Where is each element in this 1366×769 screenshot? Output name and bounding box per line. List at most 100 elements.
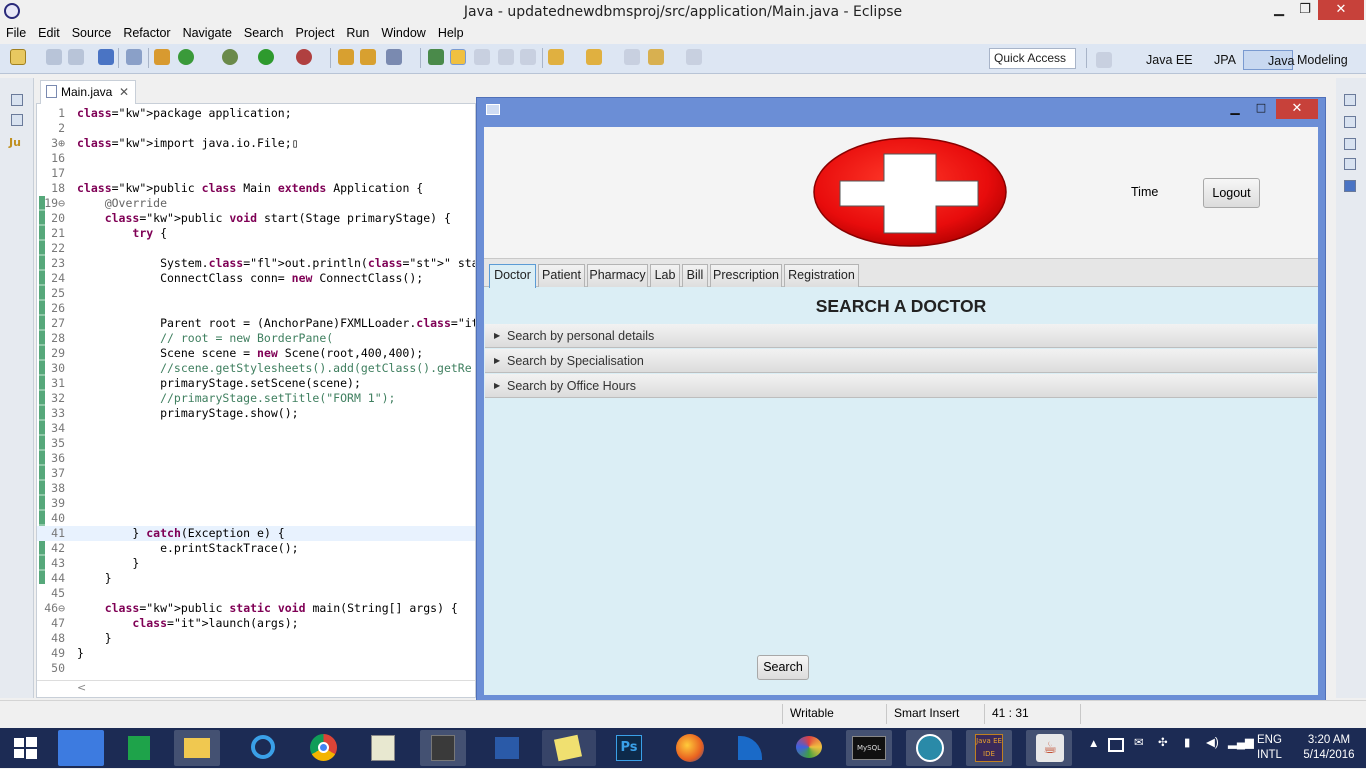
powershell-icon[interactable] [484,730,530,766]
network-icon[interactable] [1108,738,1124,752]
editor-icon[interactable] [360,730,406,766]
tab-doctor[interactable]: Doctor [489,264,536,288]
javadoc-icon[interactable] [1344,138,1356,150]
pencil-icon[interactable] [386,49,402,65]
code-line[interactable]: 21 try { [37,226,475,241]
skip-breakpoints-icon[interactable] [126,49,142,65]
menu-source[interactable]: Source [66,24,118,42]
perspective-java[interactable]: Java [1243,50,1294,70]
refresh-icon[interactable] [178,49,194,65]
code-line[interactable]: 45 [37,586,475,601]
save-all-icon[interactable] [68,49,84,65]
tab-lab[interactable]: Lab [650,264,680,287]
sublime-icon[interactable] [420,730,466,766]
back-icon[interactable] [648,49,664,65]
internet-explorer-icon[interactable] [240,730,286,766]
accordion-office-hours[interactable]: ▶ Search by Office Hours [485,374,1317,398]
block-select-icon[interactable] [474,49,490,65]
run-icon[interactable] [258,49,274,65]
close-icon[interactable]: ✕ [119,81,129,103]
code-line[interactable]: 28 // root = new BorderPane( [37,331,475,346]
code-area[interactable]: 1 class="kw">package application; 2 3⊕ class… [37,106,475,680]
package-icon[interactable] [154,49,170,65]
firefox-icon[interactable] [666,730,712,766]
tab-registration[interactable]: Registration [784,264,859,287]
prev-annotation-icon[interactable] [586,49,602,65]
menu-project[interactable]: Project [290,24,341,42]
open-folder-icon[interactable] [360,49,376,65]
accordion-personal-details[interactable]: ▶ Search by personal details [485,324,1317,348]
code-line[interactable]: 47 class="it">launch(args); [37,616,475,631]
code-line[interactable]: 25 [37,286,475,301]
code-line[interactable]: 43 } [37,556,475,571]
external-tools-icon[interactable] [296,49,312,65]
code-line[interactable]: 35 [37,436,475,451]
code-line[interactable]: 20 class="kw">public void start(Stage pr… [37,211,475,226]
perspective-modeling[interactable]: Modeling [1297,50,1348,70]
perspective-jpa[interactable]: JPA [1196,50,1236,70]
code-line[interactable]: 33 primaryStage.show(); [37,406,475,421]
fx-minimize-button[interactable]: ▁ [1226,99,1244,117]
close-button[interactable]: ✕ [1318,0,1364,20]
action-center-icon[interactable]: ✉ [1134,736,1144,751]
restore-icon[interactable] [1344,94,1356,106]
paint-icon[interactable] [786,730,832,766]
java-icon[interactable]: ☕ [1026,730,1072,766]
code-line[interactable]: 31 primaryStage.setScene(scene); [37,376,475,391]
tab-prescription[interactable]: Prescription [710,264,782,287]
code-line[interactable]: 16 [37,151,475,166]
code-line[interactable]: 17 [37,166,475,181]
maximize-button[interactable]: ❐ [1292,0,1318,20]
console-icon[interactable] [1344,180,1356,192]
code-line[interactable]: 24 ConnectClass conn= new ConnectClass()… [37,271,475,286]
code-line[interactable]: 44 } [37,571,475,586]
dropbox-icon[interactable]: ✣ [1158,736,1168,751]
quick-access-field[interactable]: Quick Access [989,48,1076,69]
menu-window[interactable]: Window [375,24,431,42]
accordion-specialisation[interactable]: ▶ Search by Specialisation [485,349,1317,373]
search-button[interactable]: Search [757,655,809,680]
code-line[interactable]: 48 } [37,631,475,646]
battery-icon[interactable]: ▮ [1184,736,1190,751]
start-button[interactable] [2,730,48,766]
minimize-button[interactable]: ▁ [1266,0,1292,20]
perspective-java-ee[interactable]: Java EE [1126,50,1193,70]
menu-file[interactable]: File [0,24,32,42]
debug-icon[interactable] [222,49,238,65]
code-line[interactable]: 46⊖ class="kw">public static void main(S… [37,601,475,616]
menu-run[interactable]: Run [340,24,375,42]
tool-icon[interactable] [906,730,952,766]
code-line[interactable]: 26 [37,301,475,316]
code-line[interactable]: 38 [37,481,475,496]
code-line[interactable]: 30 //scene.getStylesheets().add(getClass… [37,361,475,376]
menu-edit[interactable]: Edit [32,24,66,42]
show-hidden-icons[interactable]: ▲ [1088,737,1099,752]
code-line[interactable]: 3⊕ class="kw">import java.io.File;▯ [37,136,475,151]
code-line[interactable]: 18 class="kw">public class Main extends A… [37,181,475,196]
code-line[interactable]: 37 [37,466,475,481]
menu-search[interactable]: Search [238,24,290,42]
show-whitespace-icon[interactable] [498,49,514,65]
paragraph-icon[interactable] [520,49,536,65]
next-annotation-icon[interactable] [548,49,564,65]
tab-patient[interactable]: Patient [538,264,585,287]
menu-navigate[interactable]: Navigate [177,24,238,42]
code-line[interactable]: 42 e.printStackTrace(); [37,541,475,556]
editor-tab-main-java[interactable]: Main.java ✕ [40,80,136,104]
code-line[interactable]: 39 [37,496,475,511]
code-line[interactable]: 40 [37,511,475,526]
highlight-icon[interactable] [450,49,466,65]
open-type-icon[interactable] [338,49,354,65]
save-icon[interactable] [46,49,62,65]
menu-help[interactable]: Help [432,24,470,42]
new-icon[interactable] [10,49,26,65]
code-line[interactable]: 32 //primaryStage.setTitle("FORM 1"); [37,391,475,406]
store-icon[interactable] [116,730,162,766]
menu-refactor[interactable]: Refactor [117,24,176,42]
code-line[interactable]: 34 [37,421,475,436]
chrome-icon[interactable] [300,730,346,766]
code-line[interactable]: 36 [37,451,475,466]
code-line[interactable]: 41 } catch(Exception e) { [37,526,475,541]
fx-close-button[interactable]: ✕ [1276,99,1318,119]
wifi-signal-icon[interactable]: ▂▄▆ [1228,736,1254,751]
